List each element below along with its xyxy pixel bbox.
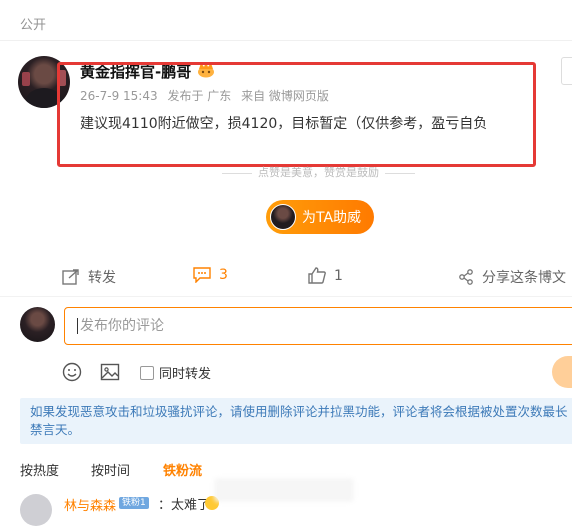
share-icon <box>459 269 473 285</box>
comment-action[interactable]: 3 <box>193 267 228 283</box>
repost-action[interactable]: 转发 <box>62 267 116 287</box>
checkbox-box[interactable] <box>140 365 154 380</box>
image-icon[interactable] <box>100 362 120 382</box>
comment-input[interactable]: 发布你的评论 <box>64 307 572 345</box>
avatar-detail <box>58 70 66 86</box>
user-avatar[interactable] <box>20 307 55 342</box>
post-meta: 26-7-9 15:43 发布于 广东 来自 微博网页版 <box>80 87 335 104</box>
support-button-label: 为TA助威 <box>302 210 362 226</box>
hint-line <box>222 172 252 174</box>
repost-icon <box>62 269 79 285</box>
send-button[interactable] <box>552 356 572 388</box>
blurred-overlay <box>214 478 354 502</box>
thumb-up-icon <box>308 267 326 284</box>
comment-placeholder: 发布你的评论 <box>80 318 164 334</box>
hint-line <box>385 172 415 174</box>
emoji-icon[interactable] <box>62 362 82 382</box>
sort-fans[interactable]: 铁粉流 <box>163 460 202 479</box>
share-label: 分享这条博文 <box>482 270 566 286</box>
repost-checkbox[interactable]: 同时转发 <box>140 363 211 382</box>
reward-hint-text: 点赞是美意，赞赏是鼓励 <box>258 166 379 179</box>
divider <box>0 40 572 41</box>
repost-label: 转发 <box>88 270 116 286</box>
comment-text: ：太难了 <box>158 498 211 513</box>
more-options-button[interactable] <box>561 57 572 85</box>
author-avatar[interactable] <box>18 56 70 108</box>
support-avatar <box>270 204 296 230</box>
sort-time[interactable]: 按时间 <box>91 460 130 479</box>
commenter-avatar[interactable] <box>20 494 52 526</box>
post-source: 来自 微博网页版 <box>241 89 329 103</box>
divider <box>0 296 572 297</box>
visibility-label: 公开 <box>20 18 47 33</box>
like-action[interactable]: 1 <box>308 267 343 284</box>
comment-icon <box>193 267 211 283</box>
text-caret <box>77 318 78 334</box>
avatar-detail <box>22 72 30 86</box>
notice-banner: 如果发现恶意攻击和垃圾骚扰评论，请使用删除评论并拉黑功能，评论者将会根据被处置次… <box>20 398 572 444</box>
author-name[interactable]: 黄金指挥官-鹏哥 <box>80 61 191 82</box>
support-button[interactable]: 为TA助威 <box>266 200 374 234</box>
share-action[interactable]: 分享这条博文 <box>458 267 566 287</box>
post-location: 发布于 广东 <box>167 89 232 103</box>
reward-hint: 点赞是美意，赞赏是鼓励 <box>216 164 421 180</box>
comment-count: 3 <box>219 267 228 283</box>
crown-icon <box>198 62 214 78</box>
avatar-detail <box>26 88 62 108</box>
commenter-name[interactable]: 林与森森 <box>64 495 116 514</box>
sort-hot[interactable]: 按热度 <box>20 460 59 479</box>
post-time[interactable]: 26-7-9 15:43 <box>80 89 158 103</box>
repost-checkbox-label: 同时转发 <box>159 367 212 382</box>
fan-badge: 铁粉1 <box>119 497 149 509</box>
post-content: 建议现4110附近做空，损4120，目标暂定（仅供参考，盈亏自负 <box>80 116 488 132</box>
like-count: 1 <box>334 267 343 284</box>
